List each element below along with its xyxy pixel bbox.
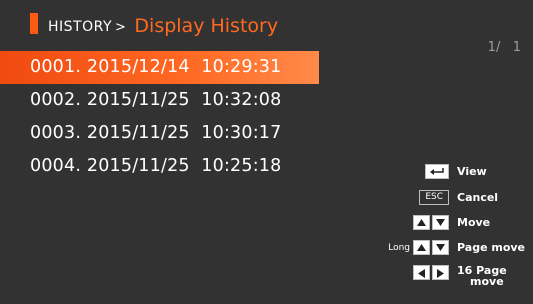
esc-key: ESC <box>419 190 449 205</box>
legend-page-move-label: Page move <box>457 241 526 254</box>
legend-cancel: ESC Cancel <box>419 190 529 205</box>
page-indicator: 1/ 1 <box>487 40 521 55</box>
down-arrow-icon <box>432 240 449 255</box>
up-arrow-icon <box>413 240 430 255</box>
long-press-label: Long <box>388 242 410 253</box>
legend-view-label: View <box>457 165 487 178</box>
legend-move-label: Move <box>457 216 491 229</box>
row-index: 0004. <box>30 156 82 176</box>
history-row-4[interactable]: 0004. 2015/11/25 10:25:18 <box>0 150 319 183</box>
row-date: 2015/11/25 <box>86 123 190 143</box>
history-row-3[interactable]: 0003. 2015/11/25 10:30:17 <box>0 117 319 150</box>
legend-16-page-line2: move <box>470 275 504 288</box>
legend-view: View <box>425 164 529 179</box>
row-time: 10:25:18 <box>201 156 282 176</box>
row-index: 0001. <box>30 57 82 77</box>
breadcrumb-history[interactable]: HISTORY <box>48 19 112 35</box>
down-arrow-icon <box>432 215 449 230</box>
header-accent-bar <box>30 13 38 34</box>
enter-key-icon <box>425 164 449 179</box>
legend-cancel-label: Cancel <box>457 191 499 204</box>
row-date: 2015/11/25 <box>86 156 190 176</box>
up-arrow-icon <box>413 215 430 230</box>
history-row-2[interactable]: 0002. 2015/11/25 10:32:08 <box>0 84 319 117</box>
header-bar: HISTORY > Display History <box>0 0 533 44</box>
legend-page-move: Long Page move <box>388 240 529 255</box>
row-index: 0003. <box>30 123 82 143</box>
row-index: 0002. <box>30 90 82 110</box>
legend-move: Move <box>413 215 529 230</box>
legend-16-page-move: 16 Page move <box>413 265 529 287</box>
breadcrumb: HISTORY > Display History <box>48 14 279 37</box>
row-date: 2015/12/14 <box>86 57 190 77</box>
row-time: 10:30:17 <box>201 123 282 143</box>
page-title: Display History <box>134 15 279 37</box>
breadcrumb-separator: > <box>115 20 127 35</box>
right-arrow-icon <box>432 265 449 280</box>
history-row-1[interactable]: 0001. 2015/12/14 10:29:31 <box>0 51 319 84</box>
row-time: 10:29:31 <box>201 57 282 77</box>
row-time: 10:32:08 <box>201 90 282 110</box>
legend-16-page-move-label: 16 Page move <box>457 265 529 287</box>
row-date: 2015/11/25 <box>86 90 190 110</box>
history-list: 0001. 2015/12/14 10:29:31 0002. 2015/11/… <box>0 51 319 183</box>
left-arrow-icon <box>413 265 430 280</box>
